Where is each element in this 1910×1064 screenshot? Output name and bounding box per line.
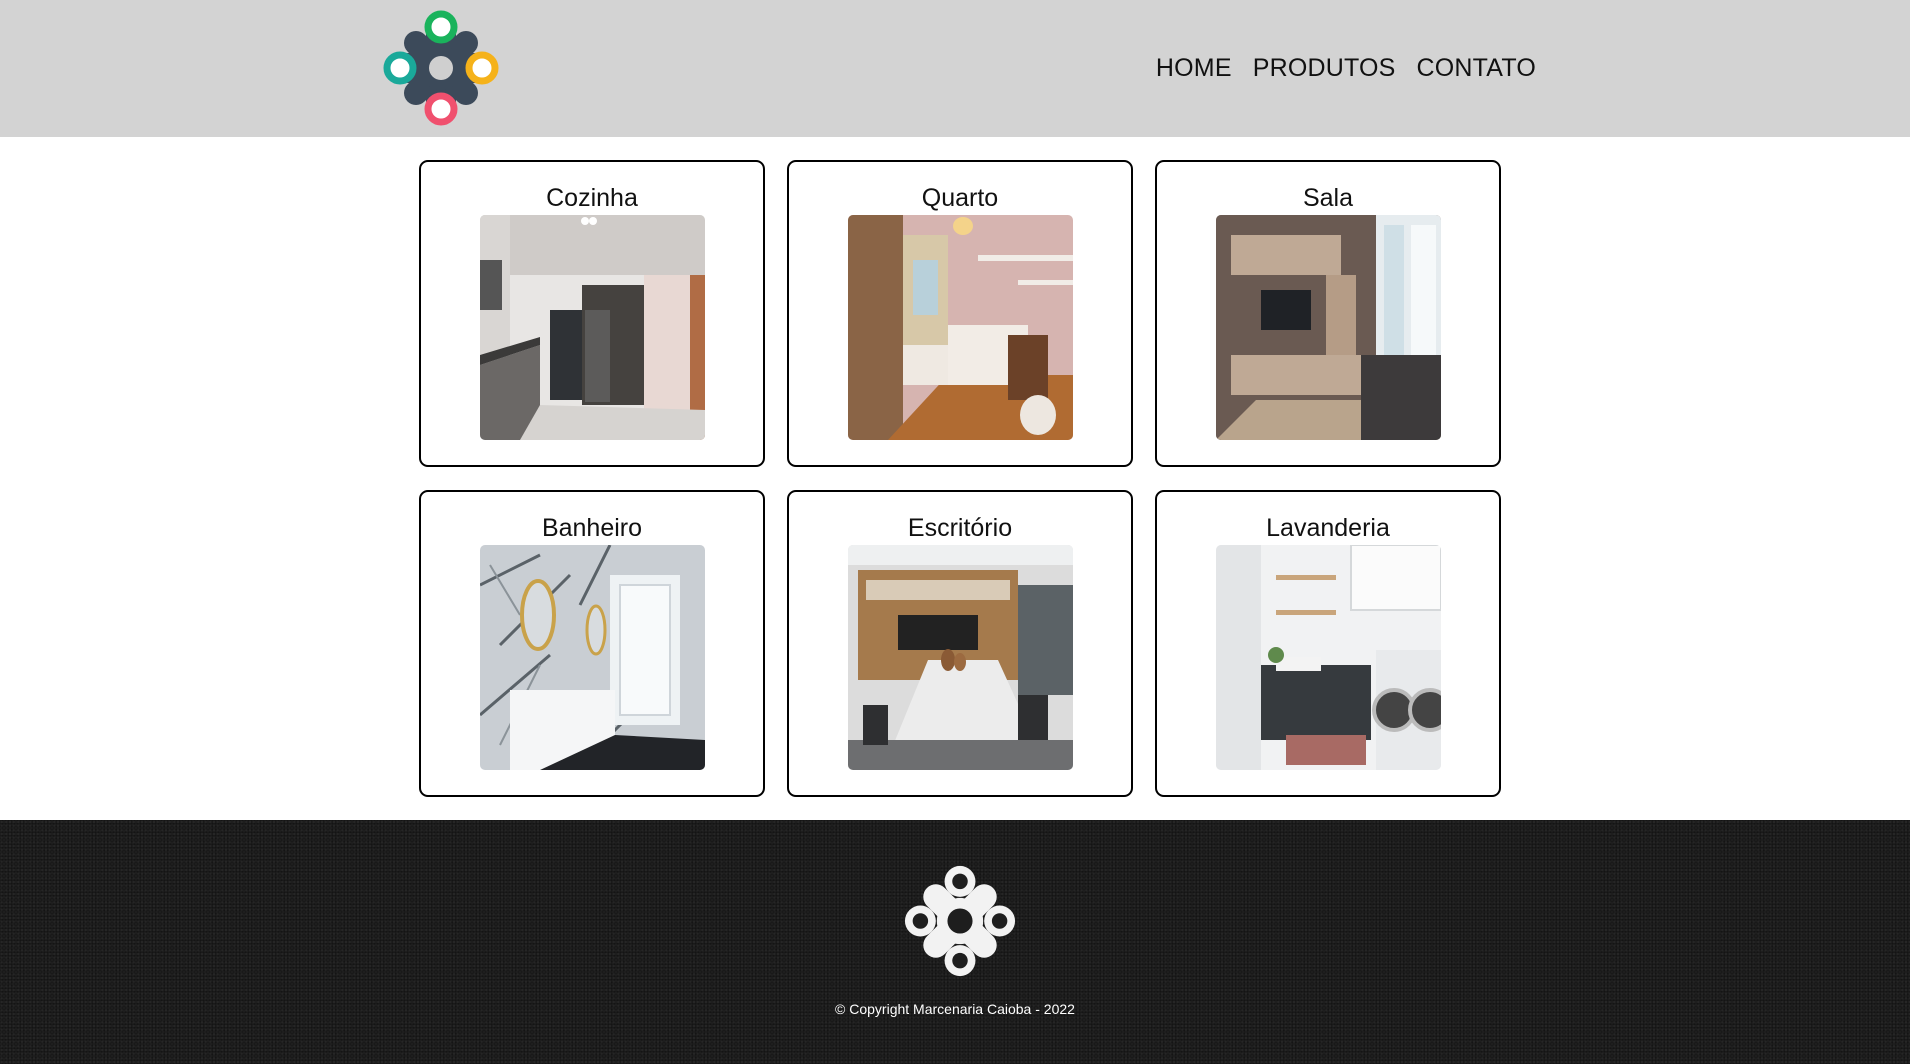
nav-home[interactable]: HOME xyxy=(1156,54,1232,83)
category-card-escritorio[interactable]: Escritório xyxy=(787,490,1133,797)
nav-contato[interactable]: CONTATO xyxy=(1417,54,1536,83)
bedroom-photo xyxy=(847,215,1073,440)
living-room-photo xyxy=(1215,215,1441,440)
laundry-photo xyxy=(1215,545,1441,770)
brand-logo[interactable] xyxy=(382,10,500,126)
category-card-banheiro[interactable]: Banheiro xyxy=(419,490,765,797)
card-title: Lavanderia xyxy=(1266,514,1390,542)
bathroom-photo xyxy=(479,545,705,770)
copyright-text: © Copyright Marcenaria Caioba - 2022 xyxy=(835,1001,1075,1017)
category-card-cozinha[interactable]: Cozinha xyxy=(419,160,765,467)
main-nav: HOME PRODUTOS CONTATO xyxy=(1156,54,1536,83)
card-title: Cozinha xyxy=(546,184,638,212)
category-card-sala[interactable]: Sala xyxy=(1155,160,1501,467)
footer-logo xyxy=(904,865,1016,977)
card-title: Escritório xyxy=(907,514,1013,542)
nav-produtos[interactable]: PRODUTOS xyxy=(1253,54,1396,83)
category-card-quarto[interactable]: Quarto xyxy=(787,160,1133,467)
card-title: Banheiro xyxy=(541,514,643,542)
category-card-lavanderia[interactable]: Lavanderia xyxy=(1155,490,1501,797)
office-photo xyxy=(847,545,1073,770)
kitchen-photo xyxy=(479,215,705,440)
site-header: HOME PRODUTOS CONTATO xyxy=(0,0,1910,137)
card-title: Sala xyxy=(1302,184,1354,212)
card-title: Quarto xyxy=(921,184,999,212)
site-footer: © Copyright Marcenaria Caioba - 2022 xyxy=(0,820,1910,1064)
category-grid: Cozinha Quarto Sala Banheiro Escritório … xyxy=(419,160,1501,797)
